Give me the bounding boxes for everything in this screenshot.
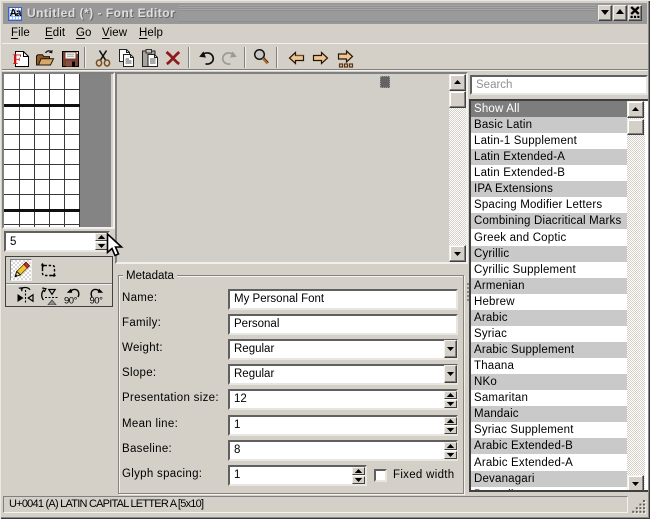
svg-text:90°: 90° <box>64 296 78 307</box>
svg-text:F: F <box>13 52 22 68</box>
